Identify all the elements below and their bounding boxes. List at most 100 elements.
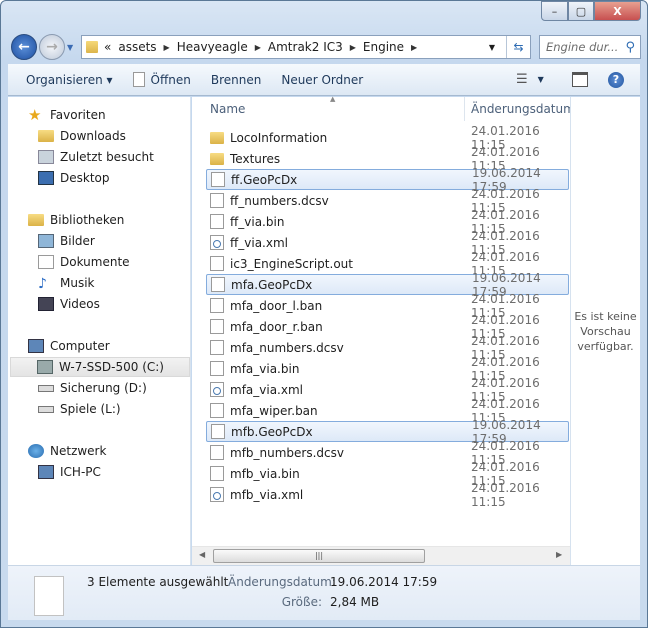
chevron-right-icon[interactable]: ▶ [164, 43, 170, 52]
nav-pictures[interactable]: Bilder [38, 231, 95, 251]
chevron-right-icon[interactable]: ▶ [350, 43, 356, 52]
nav-documents[interactable]: Dokumente [38, 252, 130, 272]
file-name: mfb_via.bin [230, 466, 300, 481]
computer-icon [38, 465, 54, 479]
nav-ich-pc[interactable]: ICH-PC [38, 462, 101, 482]
star-icon: ★ [28, 106, 42, 124]
nav-drive-l[interactable]: Spiele (L:) [38, 399, 121, 419]
minimize-button[interactable]: – [541, 1, 568, 21]
close-button[interactable]: X [594, 1, 641, 21]
drive-icon [38, 405, 54, 413]
preview-pane-button[interactable] [572, 72, 588, 87]
navigation-pane: ★ Favoriten Downloads Zuletzt besucht Des… [8, 97, 191, 565]
breadcrumb-amtrak2[interactable]: Amtrak2 IC3 [268, 40, 343, 54]
preview-pane: Es ist keine Vorschau verfügbar. [570, 97, 640, 565]
file-icon [34, 576, 64, 616]
open-button[interactable]: Öffnen [123, 64, 201, 96]
nav-downloads[interactable]: Downloads [38, 126, 126, 146]
maximize-button[interactable]: ▢ [568, 1, 594, 21]
new-folder-button[interactable]: Neuer Ordner [271, 64, 373, 96]
nav-computer[interactable]: Computer [28, 336, 110, 356]
file-icon [210, 214, 224, 229]
nav-drive-c[interactable]: W-7-SSD-500 (C:) [10, 357, 190, 377]
back-button[interactable]: ← [11, 34, 37, 60]
nav-drive-d[interactable]: Sicherung (D:) [38, 378, 147, 398]
nav-label: ICH-PC [60, 465, 101, 479]
search-icon[interactable]: ⚲ [625, 40, 635, 55]
system-drive-icon [37, 360, 53, 374]
pictures-icon [38, 234, 54, 248]
column-date[interactable]: Änderungsdatum [464, 97, 575, 121]
nav-label: Zuletzt besucht [60, 150, 154, 164]
open-label: Öffnen [150, 72, 191, 87]
horizontal-scrollbar[interactable]: ◀ ||| ▶ [192, 546, 570, 565]
file-date: 24.01.2016 11:15 [471, 480, 540, 509]
file-name: ff_via.bin [230, 214, 285, 229]
file-icon [210, 340, 224, 355]
help-button[interactable]: ? [608, 71, 624, 88]
file-row[interactable]: mfb_via.xml 24.01.2016 11:15 [206, 481, 569, 509]
file-name: ic3_EngineScript.out [230, 256, 353, 271]
nav-label: Bibliotheken [50, 213, 125, 227]
nav-music[interactable]: ♪ Musik [38, 273, 95, 293]
file-name: mfa_door_l.ban [230, 298, 323, 313]
file-name: ff.GeoPcDx [231, 172, 298, 187]
breadcrumb-assets[interactable]: assets [118, 40, 156, 54]
organize-button[interactable]: Organisieren ▾ [16, 64, 123, 96]
list-view-icon: ☰ [516, 72, 528, 87]
nav-libraries[interactable]: Bibliotheken [28, 210, 124, 230]
chevron-down-icon: ▼ [537, 75, 544, 84]
folder-icon [210, 152, 224, 165]
file-icon [210, 466, 224, 481]
no-preview-text: Es ist keine Vorschau verfügbar. [574, 310, 637, 353]
file-icon [210, 256, 224, 271]
search-input[interactable]: Engine dur... ⚲ [539, 35, 641, 59]
address-history-dropdown[interactable]: ▼ [489, 43, 495, 52]
file-name: mfa_numbers.dcsv [230, 340, 344, 355]
column-name[interactable]: Name [210, 102, 245, 116]
nav-network[interactable]: Netzwerk [28, 441, 106, 461]
file-name: LocoInformation [230, 130, 328, 145]
chevron-right-icon[interactable]: ▶ [411, 43, 417, 52]
xml-file-icon [210, 487, 224, 502]
nav-favorites[interactable]: ★ Favoriten [28, 105, 106, 125]
size-value: 2,84 MB [330, 595, 380, 609]
chevron-right-icon[interactable]: ▶ [255, 43, 261, 52]
nav-label: Dokumente [60, 255, 130, 269]
burn-button[interactable]: Brennen [201, 64, 271, 96]
address-bar[interactable]: « assets ▶ Heavyeagle ▶ Amtrak2 IC3 ▶ Engin… [81, 35, 531, 59]
documents-icon [38, 255, 54, 269]
view-options-button[interactable]: ☰ ▼ [516, 72, 544, 87]
folder-icon [86, 41, 98, 53]
xml-file-icon [210, 235, 224, 250]
file-name: mfa_door_r.ban [230, 319, 323, 334]
nav-videos[interactable]: Videos [38, 294, 100, 314]
breadcrumb-overflow[interactable]: « [104, 40, 111, 54]
file-name: mfa_via.xml [230, 382, 303, 397]
nav-recent[interactable]: Zuletzt besucht [38, 147, 154, 167]
navigation-buttons: ← → ▼ [11, 34, 73, 60]
desktop-icon [38, 171, 54, 185]
nav-label: Musik [60, 276, 95, 290]
refresh-icon[interactable]: ⇆ [506, 36, 530, 58]
scrollbar-thumb[interactable]: ||| [213, 549, 425, 563]
file-icon [210, 361, 224, 376]
nav-label: Netzwerk [50, 444, 107, 458]
nav-desktop[interactable]: Desktop [38, 168, 110, 188]
column-header: Name ▲ Änderungsdatum [192, 95, 575, 121]
forward-button[interactable]: → [39, 34, 65, 60]
xml-file-icon [210, 382, 224, 397]
computer-icon [28, 339, 44, 353]
file-name: mfb_via.xml [230, 487, 304, 502]
file-icon [211, 424, 225, 439]
breadcrumb-heavyeagle[interactable]: Heavyeagle [177, 40, 248, 54]
file-list: Name ▲ Änderungsdatum LocoInformation 24.… [192, 95, 575, 565]
scroll-left-arrow[interactable]: ◀ [199, 550, 205, 559]
scroll-right-arrow[interactable]: ▶ [556, 550, 562, 559]
libraries-icon [28, 214, 44, 226]
size-label: Größe: [281, 595, 322, 609]
command-bar: Organisieren ▾ Öffnen Brennen Neuer Ordn… [8, 64, 640, 96]
breadcrumb-engine[interactable]: Engine [363, 40, 404, 54]
recent-pages-dropdown[interactable]: ▼ [67, 43, 73, 52]
file-name: ff_via.xml [230, 235, 288, 250]
